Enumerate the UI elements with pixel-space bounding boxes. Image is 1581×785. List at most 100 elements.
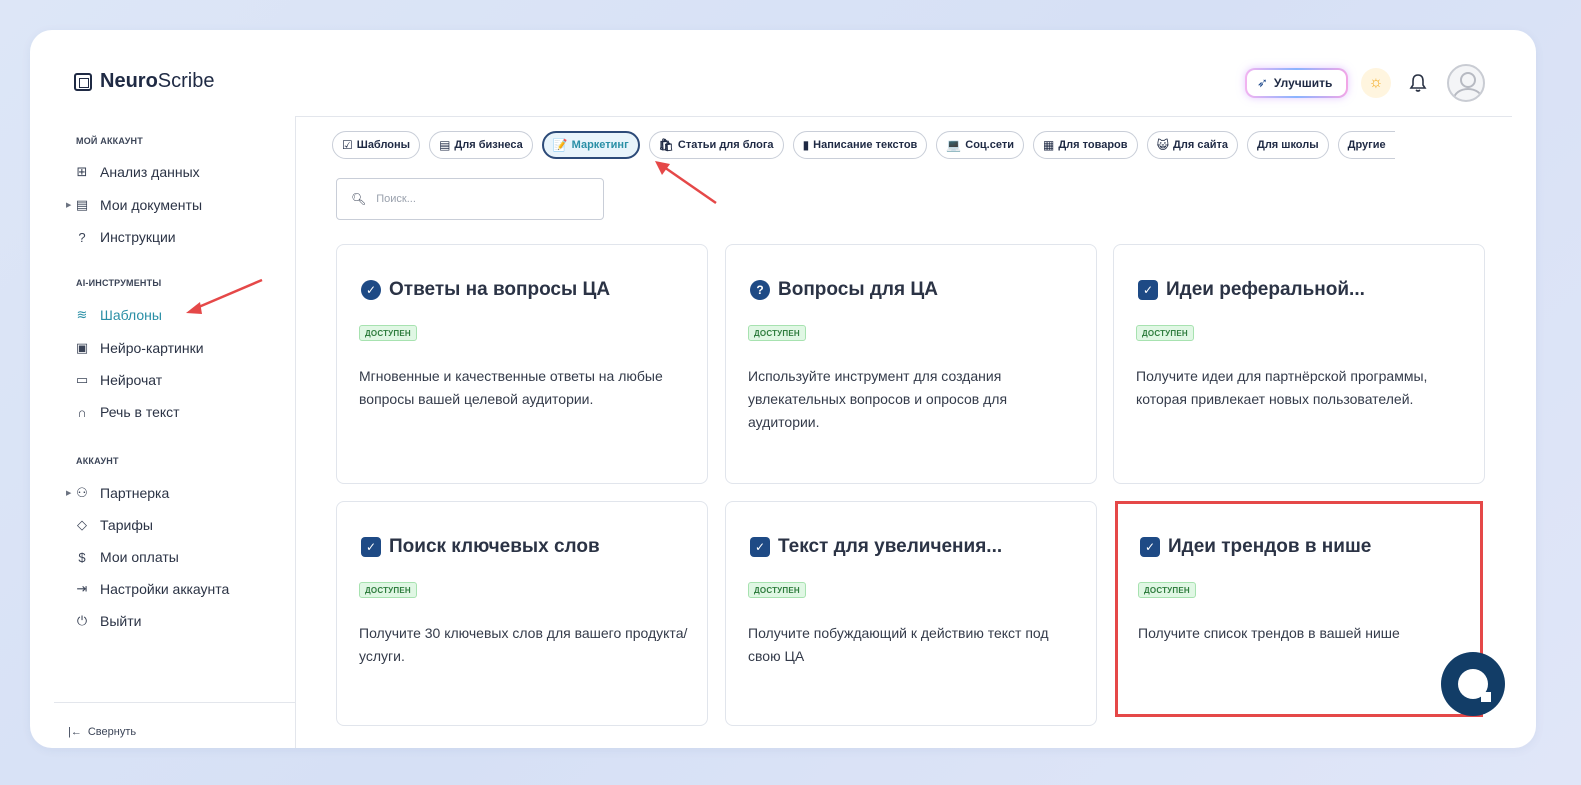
category-tabs: ☑ Шаблоны ▤ Для бизнеса 📝 Маркетинг 🛍 Статьи… [332, 131, 1395, 159]
card-description: Получите побуждающий к действию текст по… [748, 625, 1049, 664]
user-avatar[interactable] [1447, 64, 1485, 102]
sidebar-item-label: Выйти [100, 613, 142, 629]
chip-emoji-icon: 💻 [946, 138, 962, 152]
check-circle-icon: ✓ [361, 280, 381, 300]
collapse-sidebar-button[interactable]: |← Свернуть [68, 726, 136, 738]
image-icon: ▣ [75, 340, 89, 355]
chip-emoji-icon: ☑ [342, 138, 353, 152]
top-header: NeuroScribe ➶ Улучшить ☼ [30, 30, 1536, 116]
tab-copywriting[interactable]: ▮ Написание текстов [792, 131, 928, 159]
sidebar-item-label: Речь в текст [100, 404, 180, 420]
sidebar-item-payments[interactable]: $ Мои оплаты [74, 546, 179, 568]
tab-templates[interactable]: ☑ Шаблоны [332, 131, 421, 159]
section-title-ai-tools: AI-ИНСТРУМЕНТЫ [76, 278, 162, 288]
chip-emoji-icon: ▮ [802, 138, 810, 152]
upgrade-button[interactable]: ➶ Улучшить [1245, 68, 1348, 98]
template-card[interactable]: ✓ Идеи реферальной... ДОСТУПЕН Получите … [1113, 244, 1485, 484]
checkbox-icon: ✓ [361, 537, 381, 557]
sidebar-divider [54, 702, 296, 703]
sidebar-item-label: Нейрочат [100, 372, 163, 388]
collapse-arrow-icon: |← [68, 726, 82, 738]
logo-text-light: Scribe [157, 70, 215, 92]
chip-emoji-icon: ▦ [1042, 138, 1055, 152]
theme-toggle-button[interactable]: ☼ [1361, 68, 1391, 98]
upgrade-label: Улучшить [1273, 76, 1333, 90]
question-circle-icon: ? [750, 280, 770, 300]
sidebar-item-label: Мои оплаты [100, 549, 179, 565]
users-icon: ⚇ [76, 485, 88, 500]
chip-label: Другие [1347, 139, 1386, 151]
section-title-account: АККАУНТ [76, 456, 119, 466]
headphones-icon: ∩ [77, 404, 87, 420]
rocket-icon: ➶ [1257, 75, 1268, 90]
checkbox-icon: ✓ [750, 537, 770, 557]
logo-text-bold: Neuro [100, 70, 158, 92]
sidebar-item-my-documents[interactable]: ▶ ▤ Мои документы [66, 194, 202, 216]
checkbox-icon: ✓ [1138, 280, 1158, 300]
support-chat-button[interactable] [1441, 652, 1505, 716]
sidebar-item-neuro-images[interactable]: ▣ Нейро-картинки [74, 337, 204, 359]
tag-icon: ◇ [77, 517, 87, 532]
tab-website[interactable]: 😺 Для сайта [1146, 131, 1238, 159]
status-badge: ДОСТУПЕН [359, 325, 417, 341]
tab-business[interactable]: ▤ Для бизнеса [429, 131, 533, 159]
card-title: Ответы на вопросы ЦА [389, 279, 611, 300]
search-icon: 🔍︎ [351, 192, 367, 206]
tab-blog-articles[interactable]: 🛍 Статьи для блога [648, 131, 784, 159]
logo[interactable]: NeuroScribe [74, 70, 215, 93]
tab-marketing[interactable]: 📝 Маркетинг [541, 131, 640, 159]
app-window: NeuroScribe ➶ Улучшить ☼ МОЙ АККАУНТ ⊞ А… [30, 30, 1536, 748]
template-card[interactable]: ? Вопросы для ЦА ДОСТУПЕН Используйте ин… [725, 244, 1097, 484]
sidebar-item-label: Инструкции [100, 229, 176, 245]
sidebar-item-logout[interactable]: ⏻ Выйти [74, 610, 142, 632]
highlight-box [1115, 501, 1483, 717]
tab-products[interactable]: ▦ Для товаров [1032, 131, 1138, 159]
document-icon: ▤ [75, 197, 89, 212]
notifications-button[interactable] [1407, 72, 1429, 94]
card-description: Используйте инструмент для создания увле… [748, 368, 1008, 430]
search-placeholder: Поиск... [376, 193, 416, 205]
annotation-arrow-icon [186, 278, 263, 314]
sidebar-item-label: Настройки аккаунта [100, 581, 230, 597]
chip-label: Для сайта [1173, 139, 1228, 151]
status-badge: ДОСТУПЕН [1136, 325, 1194, 341]
grid-icon: ⊞ [76, 164, 88, 179]
help-circle-icon: ? [78, 229, 86, 245]
sidebar-item-templates[interactable]: ≋ Шаблоны [74, 304, 162, 326]
sidebar-item-account-settings[interactable]: ⇥ Настройки аккаунта [74, 578, 230, 600]
chat-icon: ▭ [75, 372, 89, 387]
sidebar-item-speech-to-text[interactable]: ∩ Речь в текст [74, 401, 180, 423]
card-description: Получите идеи для партнёрской программы,… [1136, 368, 1428, 407]
template-card[interactable]: ✓ Ответы на вопросы ЦА ДОСТУПЕН Мгновенн… [336, 244, 708, 484]
template-card[interactable]: ✓ Поиск ключевых слов ДОСТУПЕН Получите … [336, 501, 708, 726]
bell-icon [1409, 74, 1427, 92]
chip-emoji-icon: 📝 [552, 138, 568, 152]
annotation-arrow-icon [655, 161, 717, 205]
status-badge: ДОСТУПЕН [748, 582, 806, 598]
sidebar-item-data-analysis[interactable]: ⊞ Анализ данных [74, 161, 200, 183]
chip-label: Для бизнеса [454, 139, 523, 151]
card-title: Идеи реферальной... [1166, 279, 1365, 300]
sidebar-item-tariffs[interactable]: ◇ Тарифы [74, 514, 153, 536]
card-title: Вопросы для ЦА [778, 279, 938, 300]
card-description: Получите 30 ключевых слов для вашего про… [359, 625, 688, 664]
tab-school[interactable]: Для школы [1246, 131, 1329, 159]
login-icon: ⇥ [76, 581, 88, 596]
chip-label: Статьи для блога [677, 139, 774, 151]
template-card[interactable]: ✓ Текст для увеличения... ДОСТУПЕН Получ… [725, 501, 1097, 726]
tab-other[interactable]: Другие [1337, 131, 1395, 159]
chip-label: Соц.сети [965, 139, 1014, 151]
sidebar-item-neurochat[interactable]: ▭ Нейрочат [74, 369, 162, 391]
status-badge: ДОСТУПЕН [359, 582, 417, 598]
status-badge: ДОСТУПЕН [748, 325, 806, 341]
sidebar: МОЙ АККАУНТ ⊞ Анализ данных ▶ ▤ Мои доку… [54, 116, 296, 748]
sidebar-item-instructions[interactable]: ? Инструкции [74, 226, 176, 248]
chip-emoji-icon: 😺 [1156, 138, 1170, 152]
tab-social[interactable]: 💻 Соц.сети [936, 131, 1024, 159]
card-title: Поиск ключевых слов [389, 536, 600, 557]
sidebar-item-partners[interactable]: ▶ ⚇ Партнерка [66, 482, 169, 504]
power-icon: ⏻ [76, 613, 88, 628]
search-input[interactable]: 🔍︎ Поиск... [336, 178, 604, 220]
collapse-label: Свернуть [87, 726, 137, 738]
layers-icon: ≋ [76, 307, 88, 322]
